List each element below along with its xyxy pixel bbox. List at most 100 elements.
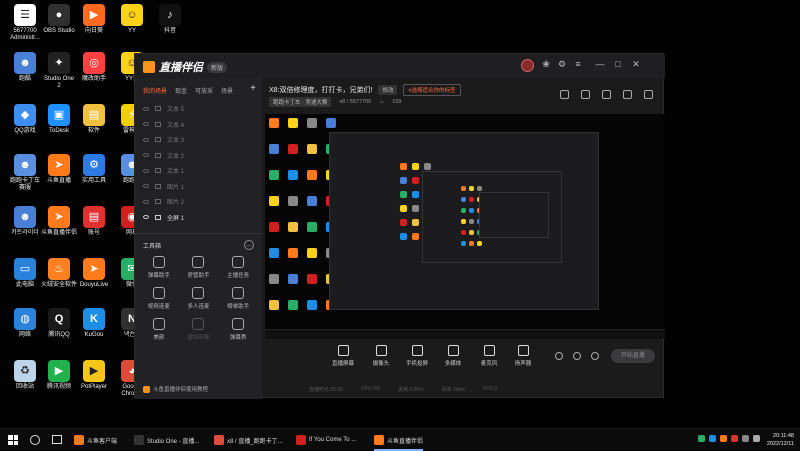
maximize-icon[interactable]: □: [611, 59, 625, 69]
minimize-icon[interactable]: —: [593, 59, 607, 69]
avatar[interactable]: [521, 59, 534, 72]
preview-desktop-icon: [461, 219, 466, 224]
control-2[interactable]: 摄像头: [363, 345, 399, 367]
preview-desktop-icon: [288, 170, 298, 180]
source-item[interactable]: 文本 2: [135, 148, 262, 164]
taskbar-item[interactable]: 斗鱼直播伴侣: [374, 433, 424, 451]
start-icon[interactable]: [8, 435, 18, 445]
timer-icon[interactable]: [573, 352, 581, 360]
tool-item[interactable]: 弹幕助手: [139, 256, 179, 279]
wechat-tray-icon[interactable]: [698, 435, 705, 442]
tool-item[interactable]: 多人连麦: [179, 287, 219, 310]
record-icon[interactable]: [555, 352, 563, 360]
source-label: 文本 1: [167, 169, 185, 176]
tab-4[interactable]: 场景: [221, 86, 233, 95]
tool-item[interactable]: 美颜: [139, 318, 179, 341]
settings-icon[interactable]: ⚙: [555, 59, 569, 70]
visibility-icon[interactable]: [143, 153, 149, 158]
preview-desktop-icon: [269, 144, 279, 154]
tag-selector[interactable]: #选择适合你的标签: [403, 84, 461, 96]
toolbox-header: 工具箱 …: [135, 240, 262, 250]
app-name: 直播伴侣: [159, 62, 203, 74]
control-5[interactable]: 麦克风: [471, 345, 507, 367]
preview-desktop-icon: [288, 144, 298, 154]
clock[interactable]: 20:11:48 2022/12/11: [767, 432, 794, 448]
preview-desktop-icon: [412, 191, 419, 198]
taskbar-item[interactable]: Studio One - 直播...: [134, 433, 199, 447]
lock-icon[interactable]: [581, 90, 590, 99]
control-icon: [483, 345, 495, 356]
source-item[interactable]: 文本 1: [135, 163, 262, 179]
qqgame-icon: ◆: [14, 104, 36, 126]
tool-item[interactable]: 弹幕秀: [218, 318, 258, 341]
visibility-icon[interactable]: [143, 106, 149, 111]
kartrider-icon: ☻: [14, 206, 36, 228]
control-label: 摄像头: [372, 361, 390, 367]
preview-desktop-icon: [269, 300, 279, 310]
preview-settings-icon[interactable]: [591, 352, 599, 360]
source-item[interactable]: 图片 1: [135, 179, 262, 195]
recycle-bin-icon: ♻: [14, 360, 36, 382]
tab-1[interactable]: 我的场景: [143, 86, 167, 95]
tool-item[interactable]: 房管助手: [179, 256, 219, 279]
tool-item[interactable]: 视频连麦: [139, 287, 179, 310]
visibility-icon[interactable]: [143, 199, 149, 204]
menu-icon[interactable]: ≡: [571, 59, 585, 69]
control-label: 扬声器: [514, 361, 532, 367]
source-item[interactable]: 文本 4: [135, 117, 262, 133]
douyu-tray-icon[interactable]: [720, 435, 727, 442]
preview-desktop-icon: [400, 177, 407, 184]
tab-2[interactable]: 现金: [175, 86, 187, 95]
source-item[interactable]: 文本 5: [135, 101, 262, 117]
network-tray-icon[interactable]: [742, 435, 749, 442]
tool-item[interactable]: 主播任务: [218, 256, 258, 279]
control-icon: [411, 345, 423, 356]
preview-desktop-icon: [269, 170, 279, 180]
status-bar: 直播时长 00:00 CPU 0% 丢帧 0.00% 码率 0kb/s FPS 0: [265, 380, 665, 398]
preview-nested-window-3: [479, 192, 549, 238]
netease-tray-icon[interactable]: [731, 435, 738, 442]
more-tools-icon[interactable]: …: [244, 240, 254, 250]
skin-icon[interactable]: ❀: [539, 59, 553, 70]
status-item: FPS 0: [483, 386, 497, 392]
category-selector[interactable]: 跑跑卡丁车 · 竞速大赛: [269, 97, 332, 107]
tool-label: 多人连麦: [187, 304, 210, 310]
stream-preview[interactable]: [265, 114, 665, 339]
notification-icon[interactable]: [623, 90, 632, 99]
visibility-icon[interactable]: [143, 168, 149, 173]
share-icon[interactable]: [644, 90, 653, 99]
status-item: 码率 0kb/s: [441, 386, 466, 393]
search-icon[interactable]: [30, 435, 40, 445]
desktop-shortcut[interactable]: ♪ 抖音: [148, 4, 192, 35]
taskbar-item[interactable]: If You Come To ...: [296, 433, 356, 447]
visibility-icon[interactable]: [143, 215, 149, 220]
control-3[interactable]: 手机投屏: [399, 345, 435, 367]
volume-tray-icon[interactable]: [753, 435, 760, 442]
source-item[interactable]: 全屏 1: [135, 210, 262, 226]
control-4[interactable]: 多媒体: [435, 345, 471, 367]
tool-item: 虚拟形象: [179, 318, 219, 341]
save-icon[interactable]: [602, 90, 611, 99]
task-view-icon[interactable]: [52, 435, 62, 444]
source-item[interactable]: 文本 3: [135, 132, 262, 148]
control-1[interactable]: 直播屏幕: [325, 345, 361, 367]
start-live-button[interactable]: 开始直播: [611, 349, 655, 363]
kugou-tray-icon[interactable]: [709, 435, 716, 442]
add-source-icon[interactable]: +: [250, 83, 256, 94]
source-item[interactable]: 图片 2: [135, 194, 262, 210]
taskbar-item[interactable]: x8 / 直播_跑跑卡丁...: [214, 433, 283, 447]
visibility-icon[interactable]: [143, 137, 149, 142]
visibility-icon[interactable]: [143, 184, 149, 189]
control-6[interactable]: 扬声器: [505, 345, 541, 367]
tool-item[interactable]: 榜单助手: [218, 287, 258, 310]
visibility-icon[interactable]: [143, 122, 149, 127]
folder-icon: ▤: [83, 104, 105, 126]
tab-3[interactable]: 可放采: [195, 86, 213, 95]
tool-icon: [152, 287, 165, 299]
tutorial-link[interactable]: 斗鱼直播伴侣使用教程: [143, 385, 208, 393]
close-icon[interactable]: ✕: [629, 59, 643, 70]
edit-title-button[interactable]: 修改: [378, 85, 398, 95]
preview-desktop-icon: [412, 177, 419, 184]
layout-icon[interactable]: [560, 90, 569, 99]
taskbar-item[interactable]: 斗鱼客户端: [74, 433, 117, 447]
